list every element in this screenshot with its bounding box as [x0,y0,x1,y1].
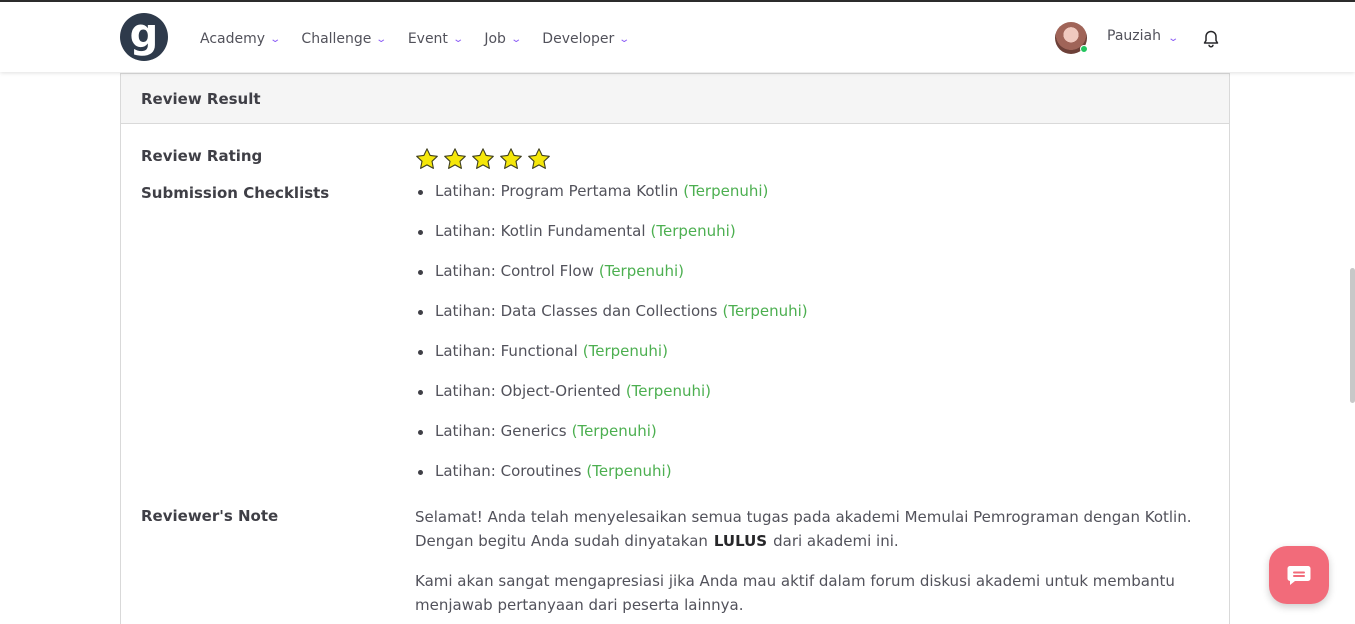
star-icon [444,148,466,169]
chevron-down-icon: ⌄ [269,33,282,45]
list-item: Latihan: Object-Oriented (Terpenuhi) [415,382,808,422]
menu-challenge-label: Challenge [301,31,372,47]
note-paragraph: Kami akan sangat mengapresiasi jika Anda… [415,572,1175,614]
checklist-item-name: Latihan: Coroutines [435,462,582,480]
chevron-down-icon: ⌄ [375,33,388,45]
list-item: Latihan: Kotlin Fundamental (Terpenuhi) [415,222,808,262]
menu-challenge[interactable]: Challenge ⌄ [301,31,388,47]
checklist-item-status: (Terpenuhi) [586,462,672,480]
checklist-item-name: Latihan: Kotlin Fundamental [435,222,646,240]
list-item: Latihan: Functional (Terpenuhi) [415,342,808,382]
review-result-card: Review Result Review Rating Submission C… [120,73,1230,624]
star-icon [528,148,550,169]
checklist-item-name: Latihan: Data Classes dan Collections [435,302,718,320]
checklist-item-name: Latihan: Object-Oriented [435,382,621,400]
bell-icon[interactable] [1201,29,1221,49]
status-badge: LULUS [713,532,768,550]
list-item: Latihan: Program Pertama Kotlin (Terpenuh… [415,182,808,222]
star-icon [500,148,522,169]
checklist-item-status: (Terpenuhi) [571,422,657,440]
review-rating-label: Review Rating [141,147,263,165]
chevron-down-icon: ⌄ [1167,32,1180,44]
menu-job[interactable]: Job ⌄ [484,31,522,47]
online-status-dot [1080,45,1088,53]
rating-stars [415,147,555,171]
menu-job-label: Job [484,31,506,47]
note-text: dari akademi ini. [773,532,899,550]
reviewers-note-label: Reviewer's Note [141,507,279,525]
checklist-item-status: (Terpenuhi) [582,342,668,360]
checklist-item-status: (Terpenuhi) [722,302,808,320]
card-title: Review Result [121,74,1229,124]
checklist-item-status: (Terpenuhi) [598,262,685,280]
submission-checklist: Latihan: Program Pertama Kotlin (Terpenuh… [415,182,808,502]
star-icon [472,148,494,169]
checklist-item-name: Latihan: Program Pertama Kotlin [435,182,679,200]
menu-academy[interactable]: Academy ⌄ [200,31,282,47]
reviewers-note: Selamat! Anda telah menyelesaikan semua … [415,505,1205,624]
checklist-item-status: (Terpenuhi) [683,182,769,200]
checklist-item-name: Latihan: Generics [435,422,567,440]
star-icon [416,148,438,169]
checklist-item-status: (Terpenuhi) [625,382,711,400]
menu-event-label: Event [407,31,448,47]
site-logo[interactable]: g [120,13,168,61]
menu-academy-label: Academy [200,31,266,47]
checklist-item-name: Latihan: Control Flow [435,262,594,280]
menu-developer[interactable]: Developer ⌄ [542,31,631,47]
checklist-item-status: (Terpenuhi) [650,222,736,240]
menu-developer-label: Developer [542,31,615,47]
chevron-down-icon: ⌄ [618,33,631,45]
list-item: Latihan: Generics (Terpenuhi) [415,422,808,462]
chat-button[interactable] [1269,546,1329,604]
user-name: Pauziah [1107,28,1161,44]
avatar[interactable] [1055,22,1088,54]
list-item: Latihan: Control Flow (Terpenuhi) [415,262,808,302]
note-paragraph: Selamat! Anda telah menyelesaikan semua … [415,505,1205,553]
chat-icon [1287,566,1311,585]
scrollbar[interactable] [1350,268,1355,403]
user-menu[interactable]: Pauziah ⌄ [1055,20,1180,56]
checklist-item-name: Latihan: Functional [435,342,578,360]
submission-checklists-label: Submission Checklists [141,184,330,202]
top-navbar: g Academy ⌄ Challenge ⌄ Event ⌄ Job ⌄ De… [0,2,1355,72]
chevron-down-icon: ⌄ [510,33,522,45]
chevron-down-icon: ⌄ [452,33,464,45]
list-item: Latihan: Coroutines (Terpenuhi) [415,462,808,502]
logo-letter: g [129,11,159,57]
main-menu: Academy ⌄ Challenge ⌄ Event ⌄ Job ⌄ Deve… [200,4,651,74]
menu-event[interactable]: Event ⌄ [407,31,464,47]
list-item: Latihan: Data Classes dan Collections (Te… [415,302,808,342]
